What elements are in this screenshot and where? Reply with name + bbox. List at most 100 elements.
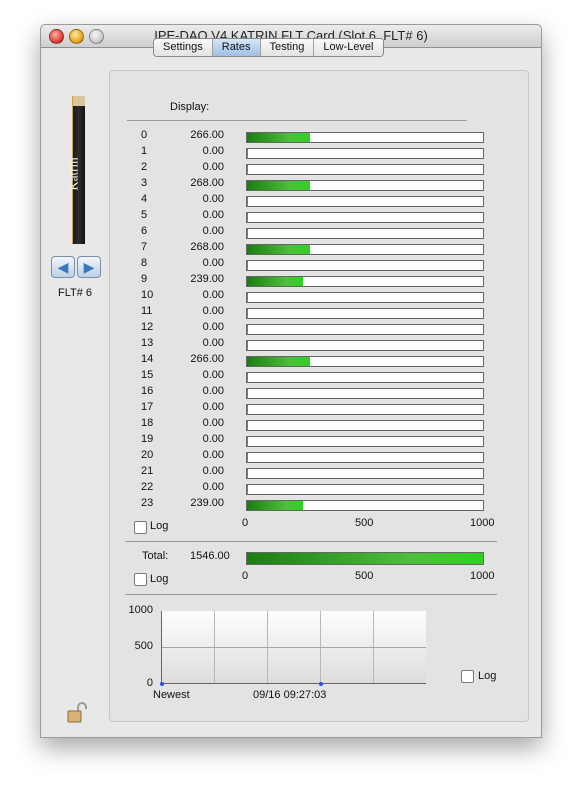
channel-rate-value: 0.00 — [202, 225, 224, 237]
channel-number: 23 — [141, 497, 154, 509]
channel-rate-bar — [246, 356, 484, 367]
total-axis-tick-1000: 1000 — [470, 570, 495, 582]
channel-rate-bar — [246, 340, 484, 351]
zoom-window-button[interactable] — [89, 29, 104, 44]
flt-number-label: FLT# 6 — [57, 287, 93, 299]
channel-rate-bar-fill — [247, 373, 248, 382]
plot-y-tick-1000: 1000 — [128, 604, 153, 616]
total-rate-bar — [246, 552, 484, 565]
channel-rate-bar-fill — [247, 453, 248, 462]
channel-rate-value: 0.00 — [202, 449, 224, 461]
channel-rate-bar-fill — [247, 325, 248, 334]
log-checkbox-rates[interactable] — [134, 521, 147, 534]
channel-number: 6 — [141, 225, 148, 237]
total-divider — [125, 541, 497, 542]
arrow-left-icon: ◀ — [57, 259, 69, 275]
channel-rate-value: 0.00 — [202, 465, 224, 477]
channel-rate-bar — [246, 436, 484, 447]
channel-rate-bar-fill — [247, 261, 248, 270]
channel-number: 0 — [141, 129, 148, 141]
channel-number: 2 — [141, 161, 148, 173]
log-checkbox-plot[interactable] — [461, 670, 474, 683]
arrow-right-icon: ▶ — [83, 259, 95, 275]
channel-number: 1 — [141, 145, 148, 157]
channel-rate-bar-fill — [247, 165, 248, 174]
channel-number: 8 — [141, 257, 148, 269]
channel-rate-value: 268.00 — [190, 177, 224, 189]
channel-rate-bar-fill — [247, 469, 248, 478]
channel-rate-bar-fill — [247, 149, 248, 158]
channel-rate-value: 0.00 — [202, 385, 224, 397]
next-card-button[interactable]: ▶ — [77, 256, 101, 278]
plot-hgrid — [162, 647, 426, 648]
channel-rate-value: 0.00 — [202, 289, 224, 301]
channel-rate-bar-fill — [247, 133, 310, 142]
plot-x-label-newest: Newest — [153, 689, 190, 701]
log-checkbox-total[interactable] — [134, 573, 147, 586]
channel-rate-bar — [246, 388, 484, 399]
channel-rate-bar-fill — [247, 245, 310, 254]
channel-rate-value: 266.00 — [190, 129, 224, 141]
previous-card-button[interactable]: ◀ — [51, 256, 75, 278]
channel-rate-bar — [246, 420, 484, 431]
channel-rate-bar-fill — [247, 197, 248, 206]
channel-number: 17 — [141, 401, 154, 413]
channel-rate-bar — [246, 468, 484, 479]
close-window-button[interactable] — [49, 29, 64, 44]
channel-rate-bar — [246, 452, 484, 463]
tab-testing[interactable]: Testing — [260, 39, 315, 56]
channel-rate-value: 0.00 — [202, 433, 224, 445]
channel-rate-value: 0.00 — [202, 209, 224, 221]
channel-number: 18 — [141, 417, 154, 429]
tab-rates[interactable]: Rates — [212, 39, 261, 56]
channel-rate-value: 0.00 — [202, 369, 224, 381]
display-label: Display: — [170, 101, 210, 113]
channel-rate-bar — [246, 132, 484, 143]
channel-rate-bar-fill — [247, 501, 303, 510]
channel-rate-bar-fill — [247, 181, 310, 190]
plot-marker-time — [319, 682, 323, 686]
minimize-window-button[interactable] — [69, 29, 84, 44]
channel-number: 19 — [141, 433, 154, 445]
total-rate-bar-fill — [247, 553, 483, 564]
channel-rate-value: 0.00 — [202, 401, 224, 413]
channel-rate-bar — [246, 372, 484, 383]
channel-rate-bar-fill — [247, 485, 248, 494]
channel-number: 15 — [141, 369, 154, 381]
channel-rate-bar-fill — [247, 213, 248, 222]
channel-rate-bar — [246, 500, 484, 511]
log-label-rates: Log — [150, 520, 169, 532]
plot-y-tick-500: 500 — [134, 640, 153, 652]
channel-number: 22 — [141, 481, 154, 493]
channel-rate-bar — [246, 324, 484, 335]
channel-rate-bar — [246, 148, 484, 159]
channel-number: 14 — [141, 353, 154, 365]
channel-rate-bar — [246, 212, 484, 223]
channel-number: 7 — [141, 241, 148, 253]
channel-rate-value: 239.00 — [190, 273, 224, 285]
channel-rate-bar-fill — [247, 341, 248, 350]
channel-rate-value: 0.00 — [202, 417, 224, 429]
log-label-plot: Log — [478, 670, 497, 682]
tab-low-level[interactable]: Low-Level — [314, 39, 383, 56]
channel-rate-value: 0.00 — [202, 193, 224, 205]
plot-divider — [125, 594, 497, 595]
channel-rate-value: 0.00 — [202, 257, 224, 269]
rate-history-plot[interactable] — [160, 611, 426, 686]
padlock-open-icon[interactable] — [66, 702, 88, 724]
channel-rate-bar-fill — [247, 229, 248, 238]
channel-number: 4 — [141, 193, 148, 205]
channel-number: 11 — [141, 305, 153, 317]
channel-rate-bar — [246, 244, 484, 255]
channel-rate-bar-fill — [247, 357, 310, 366]
tab-settings[interactable]: Settings — [154, 39, 213, 56]
channel-rate-bar-fill — [247, 293, 248, 302]
total-value: 1546.00 — [190, 550, 230, 562]
rate-axis-tick-0: 0 — [242, 517, 249, 529]
card-sidebar: Katrin ◀ ▶ FLT# 6 — [41, 48, 109, 737]
channel-rate-bar — [246, 164, 484, 175]
channel-number: 16 — [141, 385, 154, 397]
plot-marker-newest — [160, 682, 164, 686]
channel-rate-value: 0.00 — [202, 145, 224, 157]
rate-axis-tick-1000: 1000 — [470, 517, 495, 529]
